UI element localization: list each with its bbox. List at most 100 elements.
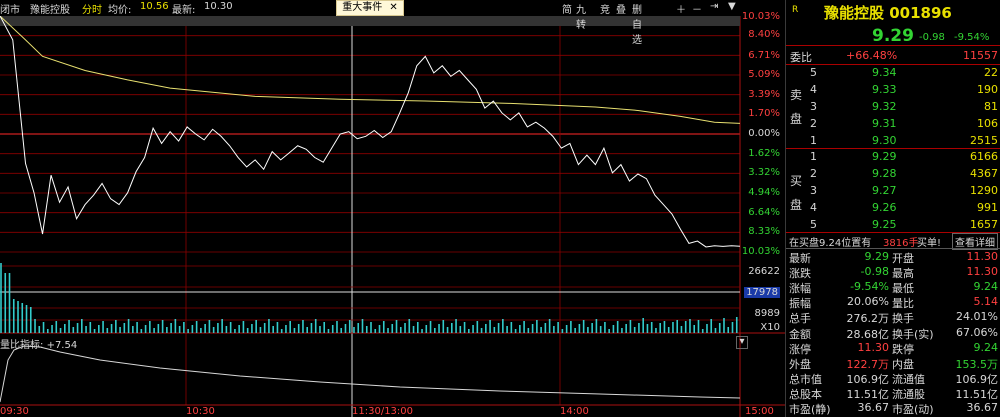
stat-label: 总股本 xyxy=(789,387,822,401)
intraday-chart-svg[interactable] xyxy=(0,0,785,417)
sub-indicator-header[interactable]: 量比指标: +7.54 xyxy=(0,336,77,351)
header-stock-name: 豫能控股 xyxy=(30,5,70,16)
stat-label: 开盘 xyxy=(892,252,914,265)
webi-pct: +66.48% xyxy=(846,49,898,62)
market-status: 闭市 xyxy=(0,5,20,16)
dropdown-icon[interactable]: ▼ xyxy=(728,1,736,12)
stat-value: 67.06% xyxy=(956,325,998,339)
sell-level-price: 9.32 xyxy=(872,100,897,113)
sell-level-row[interactable]: 5 9.34 22 xyxy=(786,64,1000,82)
sell-level-row[interactable]: 4 9.33 190 xyxy=(786,81,1000,99)
sell-level-level: 5 xyxy=(810,66,817,79)
stat-label: 市盈(静) xyxy=(789,403,831,416)
stat-label: 总市值 xyxy=(789,372,822,386)
stat-label: 市盈(动) xyxy=(892,403,934,416)
stat-value: 276.2万 xyxy=(846,312,890,326)
time-label-midday: 11:30/13:00 xyxy=(352,406,414,417)
sell-level-volume: 81 xyxy=(984,100,998,113)
remove-favorite-button[interactable]: 删自选 xyxy=(632,1,642,46)
stat-label: 总手 xyxy=(789,312,811,326)
stat-value: -0.98 xyxy=(860,265,889,279)
sell-level-row[interactable]: 2 9.31 106 xyxy=(786,115,1000,133)
volume-ratio-line xyxy=(0,345,741,403)
jump-end-icon[interactable]: ⇥ xyxy=(710,1,718,12)
auction-button[interactable]: 竞 xyxy=(600,1,610,16)
buy-level-price: 9.27 xyxy=(872,184,897,197)
buy-level-volume: 1290 xyxy=(970,184,998,197)
big-order-notice[interactable]: 在买盘9.24位置有 3816手 买单! 查看详细 xyxy=(786,233,1000,250)
limit-up-band xyxy=(0,16,740,26)
zoom-out-icon[interactable]: － xyxy=(692,1,702,16)
stat-label: 量比 xyxy=(892,297,914,311)
stat-value: 36.67 xyxy=(857,401,890,414)
stat-value: 11.30 xyxy=(966,250,999,263)
stat-label: 流通值 xyxy=(892,372,925,386)
stat-row: 外盘 122.7万 内盘 153.5万 xyxy=(786,356,1000,371)
stat-label: 换手(实) xyxy=(892,327,934,341)
webi-label: 委比 xyxy=(790,51,812,64)
stat-row: 最新 9.29 开盘 11.30 xyxy=(786,250,1000,265)
buy-level-level: 4 xyxy=(810,201,817,214)
buy-level-level: 1 xyxy=(810,150,817,163)
buy-level-volume: 1657 xyxy=(970,218,998,231)
collapse-icon[interactable]: ▾ xyxy=(736,336,748,349)
stat-label: 振幅 xyxy=(789,297,811,311)
quote-panel: R 豫能控股 001896 9.29 -0.98 -9.54% 委比 +66.4… xyxy=(785,0,1000,417)
sell-level-volume: 22 xyxy=(984,66,998,79)
webi-diff: 11557 xyxy=(963,49,998,62)
stat-label: 内盘 xyxy=(892,357,914,371)
stat-row: 总股本 11.51亿 流通股 11.51亿 xyxy=(786,386,1000,401)
sub-indicator-value: +7.54 xyxy=(46,340,78,351)
major-event-button[interactable]: 重大事件 ✕ xyxy=(336,0,404,16)
major-event-label: 重大事件 xyxy=(342,2,383,13)
stat-value: 11.30 xyxy=(857,340,890,354)
buy-level-row[interactable]: 1 9.29 6166 xyxy=(786,148,1000,166)
nine-turn-button[interactable]: 九转 xyxy=(576,1,586,31)
buy-level-row[interactable]: 3 9.27 1290 xyxy=(786,182,1000,200)
sell-level-row[interactable]: 3 9.32 81 xyxy=(786,98,1000,116)
stat-value: 11.51亿 xyxy=(846,387,890,401)
close-icon[interactable]: ✕ xyxy=(389,2,397,13)
buy-level-price: 9.29 xyxy=(872,150,897,163)
stat-label: 最新 xyxy=(789,252,811,265)
simple-mode-button[interactable]: 简 xyxy=(562,1,572,16)
time-label-1400: 14:00 xyxy=(560,406,589,417)
stat-value: 5.14 xyxy=(973,295,999,309)
stat-label: 换手 xyxy=(892,312,914,326)
stat-value: 28.68亿 xyxy=(846,327,890,341)
divider xyxy=(786,248,1000,249)
stat-label: 外盘 xyxy=(789,357,811,371)
mode-label: 分时 xyxy=(82,5,102,16)
sell-level-price: 9.30 xyxy=(872,134,897,147)
sell-level-level: 1 xyxy=(810,134,817,147)
stat-row: 总市值 106.9亿 流通值 106.9亿 xyxy=(786,371,1000,386)
stat-value: 9.24 xyxy=(973,340,999,354)
overlay-button[interactable]: 叠 xyxy=(616,1,626,16)
avg-price-line xyxy=(0,15,741,124)
avg-label: 均价: xyxy=(108,5,132,16)
divider xyxy=(786,45,1000,46)
stat-value: 11.51亿 xyxy=(955,387,999,401)
zoom-in-icon[interactable]: ＋ xyxy=(676,1,686,16)
intraday-chart-area[interactable]: 闭市 豫能控股 分时 均价: 10.56 最新: 10.30 重大事件 ✕ 简 … xyxy=(0,0,785,417)
stat-label: 最高 xyxy=(892,267,914,281)
buy-level-row[interactable]: 2 9.28 4367 xyxy=(786,165,1000,183)
stat-label: 跌停 xyxy=(892,342,914,356)
time-label-1030: 10:30 xyxy=(186,406,215,417)
sell-level-level: 2 xyxy=(810,117,817,130)
buy-level-level: 2 xyxy=(810,167,817,180)
sell-level-level: 3 xyxy=(810,100,817,113)
price-change: -0.98 xyxy=(919,32,945,43)
time-axis: 09:30 10:30 11:30/13:00 14:00 15:00 xyxy=(0,406,785,417)
stat-label: 涨停 xyxy=(789,342,811,356)
stat-row: 涨幅 -9.54% 最低 9.24 xyxy=(786,280,1000,295)
stat-value: 36.67 xyxy=(966,401,999,414)
buy-level-row[interactable]: 4 9.26 991 xyxy=(786,199,1000,217)
buy-level-volume: 4367 xyxy=(970,167,998,180)
stat-value: 9.29 xyxy=(864,250,890,263)
stat-label: 金额 xyxy=(789,327,811,341)
stat-row: 振幅 20.06% 量比 5.14 xyxy=(786,295,1000,310)
stat-value: 9.24 xyxy=(973,280,999,294)
buy-level-price: 9.25 xyxy=(872,218,897,231)
buy-level-level: 5 xyxy=(810,218,817,231)
